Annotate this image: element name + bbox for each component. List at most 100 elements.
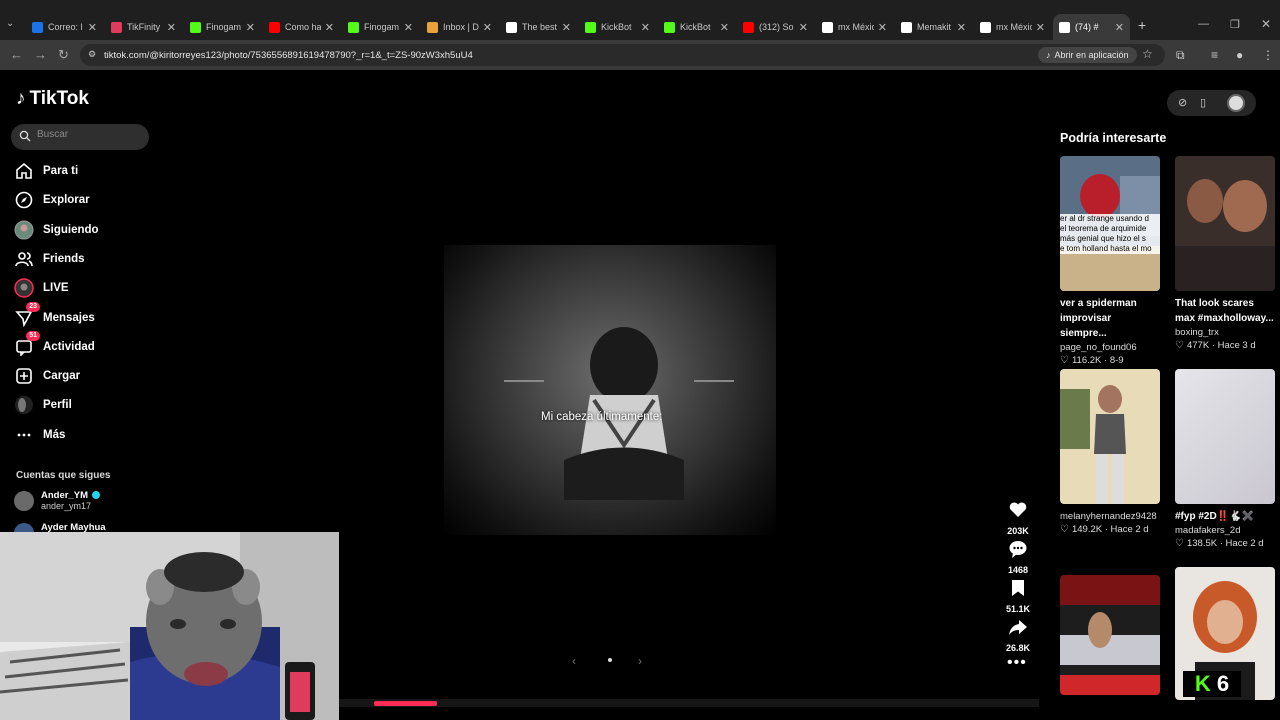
search-input[interactable] [37, 129, 137, 140]
browser-tab[interactable]: Como ha ✕ [263, 14, 340, 40]
user-avatar[interactable] [1227, 94, 1245, 112]
heart-outline-icon: ♡ [1175, 538, 1184, 549]
sidebar-item-mensajes[interactable]: 23 Mensajes [14, 302, 144, 330]
site-info-icon[interactable]: ⚙ [88, 49, 96, 60]
next-slide-button[interactable]: › [638, 654, 642, 668]
browser-tab[interactable]: Finogam ✕ [342, 14, 419, 40]
extensions-icon[interactable]: ⧉ [1176, 48, 1185, 63]
sidebar-item-siguiendo[interactable]: Siguiendo [14, 218, 144, 242]
browser-tab[interactable]: mx Méxic ✕ [974, 14, 1051, 40]
tab-favicon-icon [1059, 21, 1070, 33]
window-close-button[interactable]: ✕ [1261, 17, 1271, 31]
heart-outline-icon: ♡ [1060, 524, 1069, 535]
sidebar-item-más[interactable]: Más [14, 423, 144, 447]
search-box[interactable] [11, 124, 149, 150]
tab-close-icon[interactable]: ✕ [325, 21, 334, 34]
tab-close-icon[interactable]: ✕ [483, 21, 492, 34]
thumbnail-text-line: más genial que hizo el s [1060, 234, 1146, 243]
sidebar-item-live[interactable]: LIVE [14, 276, 144, 300]
video-date: 8-9 [1109, 355, 1124, 366]
live-icon [14, 278, 34, 298]
explore-compass-icon[interactable]: ⊘ [1178, 96, 1187, 109]
url-bar[interactable]: ⚙ tiktok.com/@kiritorreyes123/photo/7536… [80, 44, 1165, 66]
recommended-video-card[interactable]: melanyhernandez9428 ♡ 149.2K · Hace 2 d [1060, 369, 1160, 535]
browser-tab[interactable]: Memakit ✕ [895, 14, 972, 40]
browser-tab[interactable]: (74) # ✕ [1053, 14, 1130, 40]
recommended-video-card[interactable]: K 6 [1175, 567, 1275, 700]
browser-tab[interactable]: TikFinity ✕ [105, 14, 182, 40]
new-tab-button[interactable]: + [1138, 17, 1146, 33]
tab-close-icon[interactable]: ✕ [1036, 21, 1045, 34]
top-right-controls: ⊘ ▯ [1167, 90, 1256, 116]
tab-close-icon[interactable]: ✕ [404, 21, 413, 34]
bookmark-icon [1012, 580, 1024, 596]
tab-close-icon[interactable]: ✕ [167, 21, 176, 34]
media-control-icon[interactable]: ≡ [1211, 48, 1218, 62]
reload-button[interactable]: ↻ [58, 47, 69, 63]
more-options-icon[interactable]: ••• [1007, 654, 1027, 672]
tiktok-logo[interactable]: ♪ TikTok [16, 88, 89, 110]
friends-icon [14, 249, 34, 269]
tab-close-icon[interactable]: ✕ [720, 21, 729, 34]
sidebar-item-friends[interactable]: Friends [14, 247, 144, 271]
tab-close-icon[interactable]: ✕ [562, 21, 571, 34]
tab-title: KickBot [680, 22, 711, 32]
browser-menu-icon[interactable]: ⋮ [1262, 48, 1274, 62]
recommended-video-card[interactable] [1060, 575, 1160, 695]
bookmark-star-icon[interactable]: ☆ [1142, 47, 1153, 61]
notification-badge: 51 [26, 331, 40, 341]
tab-close-icon[interactable]: ✕ [641, 21, 650, 34]
sidebar-item-para-ti[interactable]: Para ti [14, 159, 144, 183]
browser-tab[interactable]: Correo: l ✕ [26, 14, 103, 40]
recommended-video-card[interactable]: #fyp #2D‼️🐇✖️ madafakers_2d ♡ 138.5K · Ha… [1175, 369, 1275, 549]
comment-button[interactable]: 1468 [1000, 539, 1036, 575]
tab-close-icon[interactable]: ✕ [957, 21, 966, 34]
recommended-video-card[interactable]: That look scares max #maxholloway... box… [1175, 156, 1275, 351]
tab-close-icon[interactable]: ✕ [1115, 21, 1124, 34]
recommended-video-card[interactable]: er al dr strange usando d el teorema de … [1060, 156, 1160, 366]
tab-favicon-icon [585, 21, 596, 33]
share-button[interactable]: 26.8K [1000, 617, 1036, 653]
browser-tab[interactable]: KickBot ✕ [658, 14, 735, 40]
back-button[interactable]: ← [10, 47, 23, 62]
sidebar-item-label: Siguiendo [43, 224, 99, 236]
tab-title: TikFinity [127, 22, 161, 32]
sidebar-item-label: Mensajes [43, 312, 95, 324]
sidebar-item-cargar[interactable]: Cargar [14, 364, 144, 388]
browser-tab[interactable]: Inbox | D ✕ [421, 14, 498, 40]
restore-button[interactable]: ❐ [1230, 18, 1240, 31]
tab-search-icon[interactable]: ⌄ [6, 18, 14, 29]
save-button[interactable]: 51.1K [1000, 578, 1036, 614]
home-icon [14, 161, 34, 181]
sidebar-item-explorar[interactable]: Explorar [14, 188, 144, 212]
tab-close-icon[interactable]: ✕ [246, 21, 255, 34]
video-meta: ♡ 149.2K · Hace 2 d [1060, 524, 1149, 535]
browser-tab[interactable]: KickBot ✕ [579, 14, 656, 40]
browser-tab[interactable]: The best ✕ [500, 14, 577, 40]
like-button[interactable]: 203K [1000, 500, 1036, 536]
minimize-button[interactable]: — [1198, 18, 1209, 30]
tab-close-icon[interactable]: ✕ [799, 21, 808, 34]
post-image[interactable] [444, 245, 776, 535]
browser-tab[interactable]: (312) So ✕ [737, 14, 814, 40]
open-in-app-button[interactable]: ♪ Abrir en aplicación [1038, 47, 1137, 63]
browser-tab[interactable]: mx Méxic ✕ [816, 14, 893, 40]
device-icon[interactable]: ▯ [1200, 96, 1206, 109]
forward-button[interactable]: → [34, 47, 47, 62]
sidebar-item-label: Actividad [43, 341, 95, 353]
tab-close-icon[interactable]: ✕ [88, 21, 97, 34]
tab-favicon-icon [822, 21, 833, 33]
sidebar-item-label: Más [43, 429, 66, 441]
profile-avatar-icon[interactable]: ● [1236, 48, 1243, 62]
following-account[interactable]: Ander_YM ander_ym17 [14, 490, 100, 511]
video-thumbnail: K 6 [1175, 567, 1275, 700]
sidebar-item-perfil[interactable]: Perfil [14, 393, 144, 417]
progress-track[interactable] [339, 699, 1039, 707]
sidebar-item-label: Explorar [43, 194, 90, 206]
browser-tab[interactable]: Finogam ✕ [184, 14, 261, 40]
prev-slide-button[interactable]: ‹ [572, 654, 576, 668]
sidebar-item-actividad[interactable]: 51 Actividad [14, 331, 144, 359]
tab-close-icon[interactable]: ✕ [878, 21, 887, 34]
video-meta: ♡ 138.5K · Hace 2 d [1175, 538, 1264, 549]
video-date: Hace 2 d [1225, 538, 1264, 549]
